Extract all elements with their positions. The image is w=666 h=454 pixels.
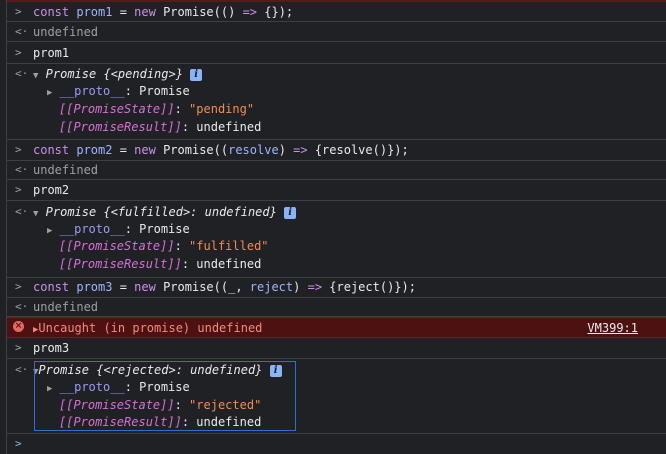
error-value: undefined [197, 321, 263, 335]
keyword-const: const [33, 5, 70, 19]
result-key: [[PromiseResult]] [59, 120, 182, 134]
devtools-console: > const prom1 = new Promise(() => {}); <… [6, 0, 666, 454]
expand-triangle-closed-icon: ▶ [47, 88, 53, 98]
promise-summary[interactable]: ▼ Promise {<fulfilled>: undefined} i [33, 204, 297, 220]
source-link[interactable]: VM399:1 [587, 320, 638, 336]
console-input-row[interactable]: > prom3 [7, 338, 666, 359]
error-message[interactable]: ▶Uncaught (in promise) undefined [33, 320, 262, 336]
console-output-row: <· undefined [7, 22, 666, 42]
console-output-value: undefined [33, 163, 99, 177]
console-output-row: <· undefined [7, 298, 666, 317]
console-object-output: <· ▼ Promise {<fulfilled>: undefined} i … [7, 201, 666, 278]
output-return-icon: <· [15, 25, 29, 38]
promise-state-property: [[PromiseState]]: "fulfilled" [59, 239, 269, 253]
arrow-operator: => [242, 5, 258, 19]
console-output-value: undefined [33, 300, 99, 314]
console-output-value: undefined [33, 25, 99, 39]
input-prompt-icon: > [15, 46, 22, 59]
console-input-row[interactable]: > prom1 [7, 42, 666, 64]
console-input-code: const prom1 = new Promise(() => {}); [33, 5, 294, 19]
console-input-code: const prom3 = new Promise((_, reject) =>… [33, 280, 416, 294]
console-object-output: <· ▼ Promise {<pending>} i ▶ __proto__: … [7, 64, 666, 140]
input-prompt-icon: > [15, 183, 22, 196]
keyword-new: new [134, 5, 156, 19]
expand-triangle-open-icon: ▼ [33, 71, 39, 81]
expand-triangle-open-icon: ▼ [33, 209, 39, 219]
proto-property[interactable]: ▶ __proto__: Promise [47, 83, 190, 99]
error-text: Uncaught (in promise) [38, 321, 191, 335]
output-return-icon: <· [15, 163, 29, 176]
promise-result-property: [[PromiseResult]]: undefined [59, 120, 262, 134]
promise-summary[interactable]: ▼ Promise {<pending>} i [33, 66, 203, 82]
object-state-summary: {<pending>} [103, 67, 183, 81]
console-input-row[interactable]: > const prom1 = new Promise(() => {}); [7, 2, 666, 22]
console-error-row[interactable]: × ▶Uncaught (in promise) undefined VM399… [7, 317, 666, 338]
variable-name: prom1 [76, 5, 113, 19]
console-input-row[interactable]: > const prom3 = new Promise((_, reject) … [7, 278, 666, 298]
output-return-icon: <· [15, 205, 29, 218]
error-icon: × [13, 321, 24, 332]
prompt-caret-icon: > [15, 437, 22, 450]
output-return-icon: <· [15, 363, 29, 376]
console-input-code: prom3 [33, 341, 70, 355]
info-icon[interactable]: i [284, 206, 297, 219]
output-return-icon: <· [15, 300, 29, 313]
proto-property[interactable]: ▶ __proto__: Promise [47, 221, 190, 237]
console-input-code: prom1 [33, 46, 70, 60]
object-type: Promise [45, 67, 97, 81]
input-prompt-icon: > [15, 341, 22, 354]
promise-result-property: [[PromiseResult]]: undefined [59, 257, 262, 271]
state-value: "pending" [189, 102, 255, 116]
console-input-row[interactable]: > const prom2 = new Promise((resolve) =>… [7, 140, 666, 161]
info-icon[interactable]: i [190, 68, 203, 81]
proto-key: __proto__ [59, 84, 125, 98]
state-key: [[PromiseState]] [59, 102, 175, 116]
console-input-row[interactable]: > prom2 [7, 180, 666, 201]
input-prompt-icon: > [15, 5, 22, 18]
input-prompt-icon: > [15, 280, 22, 293]
console-output-row: <· undefined [7, 161, 666, 180]
console-prompt-row[interactable]: > [7, 434, 666, 454]
selected-object-highlight [34, 361, 296, 431]
expand-triangle-closed-icon: ▶ [47, 226, 53, 236]
input-prompt-icon: > [15, 143, 22, 156]
promise-state-property: [[PromiseState]]: "pending" [59, 102, 255, 116]
result-value: undefined [196, 120, 262, 134]
console-input-code: const prom2 = new Promise((resolve) => {… [33, 143, 409, 157]
output-return-icon: <· [15, 67, 29, 80]
console-input-code: prom2 [33, 183, 70, 197]
proto-value: Promise [139, 84, 190, 98]
